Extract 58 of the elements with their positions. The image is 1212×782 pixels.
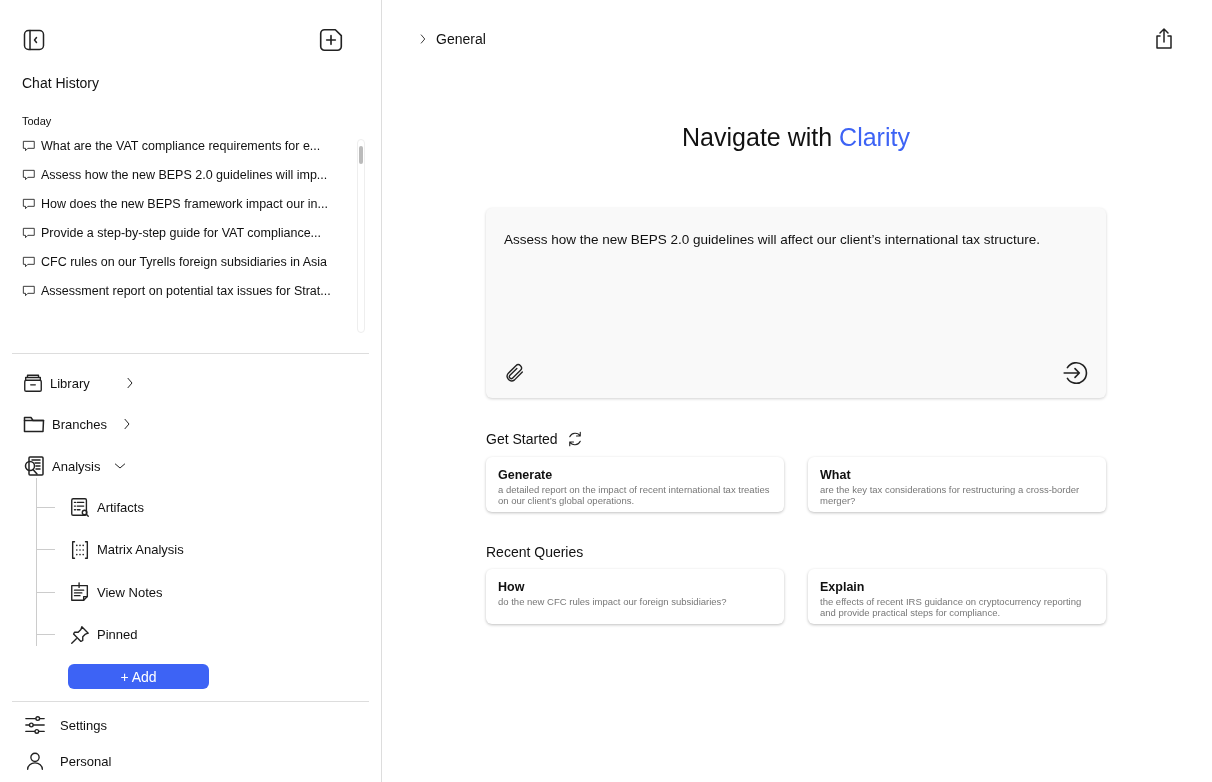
nav-subitem[interactable]: Matrix Analysis xyxy=(69,538,184,561)
headline: Navigate with Clarity xyxy=(681,123,911,152)
archive-icon xyxy=(22,372,44,394)
prompt-card[interactable]: Generate a detailed report on the impact of recent international tax treaties on our client’s global operations. xyxy=(486,457,784,512)
arrow-circle-icon xyxy=(1062,360,1088,386)
dot-grid-icon xyxy=(69,538,91,561)
chat-bubble-icon xyxy=(22,284,36,298)
add-button[interactable]: + Add xyxy=(68,664,209,689)
user-icon xyxy=(24,750,46,772)
chat-history-item[interactable]: Provide a step-by-step guide for VAT compliance... xyxy=(22,226,357,240)
chat-bubble-icon xyxy=(22,255,36,269)
card-title: Generate xyxy=(498,468,554,482)
chat-history-item[interactable]: How does the new BEPS framework impact our in... xyxy=(22,197,357,211)
section-heading: Get Started xyxy=(486,431,558,447)
prompt-field[interactable]: Assess how the new BEPS 2.0 guidelines will affect our client’s international tax structure. xyxy=(504,232,1088,360)
pin-icon xyxy=(69,623,91,646)
chat-bubble-icon xyxy=(22,226,36,240)
prompt-box[interactable]: Assess how the new BEPS 2.0 guidelines will affect our client’s international tax structure. xyxy=(486,208,1106,398)
card-text: do the new CFC rules impact our foreign subsidiaries? xyxy=(498,596,728,607)
chat-bubble-icon xyxy=(22,168,36,182)
nav-item[interactable]: Analysis xyxy=(22,454,129,478)
nav-item[interactable]: Library xyxy=(22,372,138,394)
chat-bubble-icon xyxy=(22,197,36,211)
chat-history-item[interactable]: CFC rules on our Tyrells foreign subsidiaries in Asia xyxy=(22,255,357,269)
nav-item[interactable]: Settings xyxy=(24,714,369,736)
sidebar-title: Chat History xyxy=(22,75,101,91)
card-text: the effects of recent IRS guidance on cryptocurrency reporting and provide practical steps for compliance. xyxy=(820,596,1083,618)
attach-button[interactable] xyxy=(504,362,526,384)
chat-history-item[interactable]: Assess how the new BEPS 2.0 guidelines will imp... xyxy=(22,168,357,182)
prompt-card[interactable]: Explain the effects of recent IRS guidance on cryptocurrency reporting and provide practical steps for compliance. xyxy=(808,569,1106,624)
new-chat-button[interactable] xyxy=(318,27,344,53)
nav-subitem[interactable]: Artifacts xyxy=(69,496,144,518)
paperclip-icon xyxy=(504,362,526,384)
prompt-card[interactable]: How do the new CFC rules impact our foreign subsidiaries? xyxy=(486,569,784,624)
chat-history-item[interactable]: What are the VAT compliance requirements for e... xyxy=(22,139,357,153)
card-title: What xyxy=(820,468,852,482)
section-label: Today xyxy=(22,115,53,127)
prompt-card[interactable]: What are the key tax considerations for restructuring a cross-border merger? xyxy=(808,457,1106,512)
card-text: are the key tax considerations for restructuring a cross-border merger? xyxy=(820,484,1081,506)
new-document-icon xyxy=(318,27,344,53)
chat-history-item[interactable]: Assessment report on potential tax issues for Strat... xyxy=(22,284,357,298)
send-button[interactable] xyxy=(1062,360,1088,386)
nav-subitem[interactable]: Pinned xyxy=(69,623,138,646)
breadcrumb[interactable]: General xyxy=(416,31,486,47)
collapse-sidebar-button[interactable] xyxy=(22,28,46,52)
document-search-icon xyxy=(22,454,46,478)
card-title: How xyxy=(498,580,526,594)
nav-item[interactable]: Personal xyxy=(24,750,369,772)
notepad-icon xyxy=(69,581,91,604)
card-text: a detailed report on the impact of recent international tax treaties on our client’s global operations. xyxy=(498,484,771,506)
list-search-icon xyxy=(69,496,91,518)
sliders-icon xyxy=(24,714,46,736)
card-title: Explain xyxy=(820,580,866,594)
section-heading: Recent Queries xyxy=(486,544,584,560)
sidebar-collapse-icon xyxy=(22,28,46,52)
nav-item[interactable]: Branches xyxy=(22,412,135,436)
nav-subitem[interactable]: View Notes xyxy=(69,581,163,604)
chat-bubble-icon xyxy=(22,139,36,153)
